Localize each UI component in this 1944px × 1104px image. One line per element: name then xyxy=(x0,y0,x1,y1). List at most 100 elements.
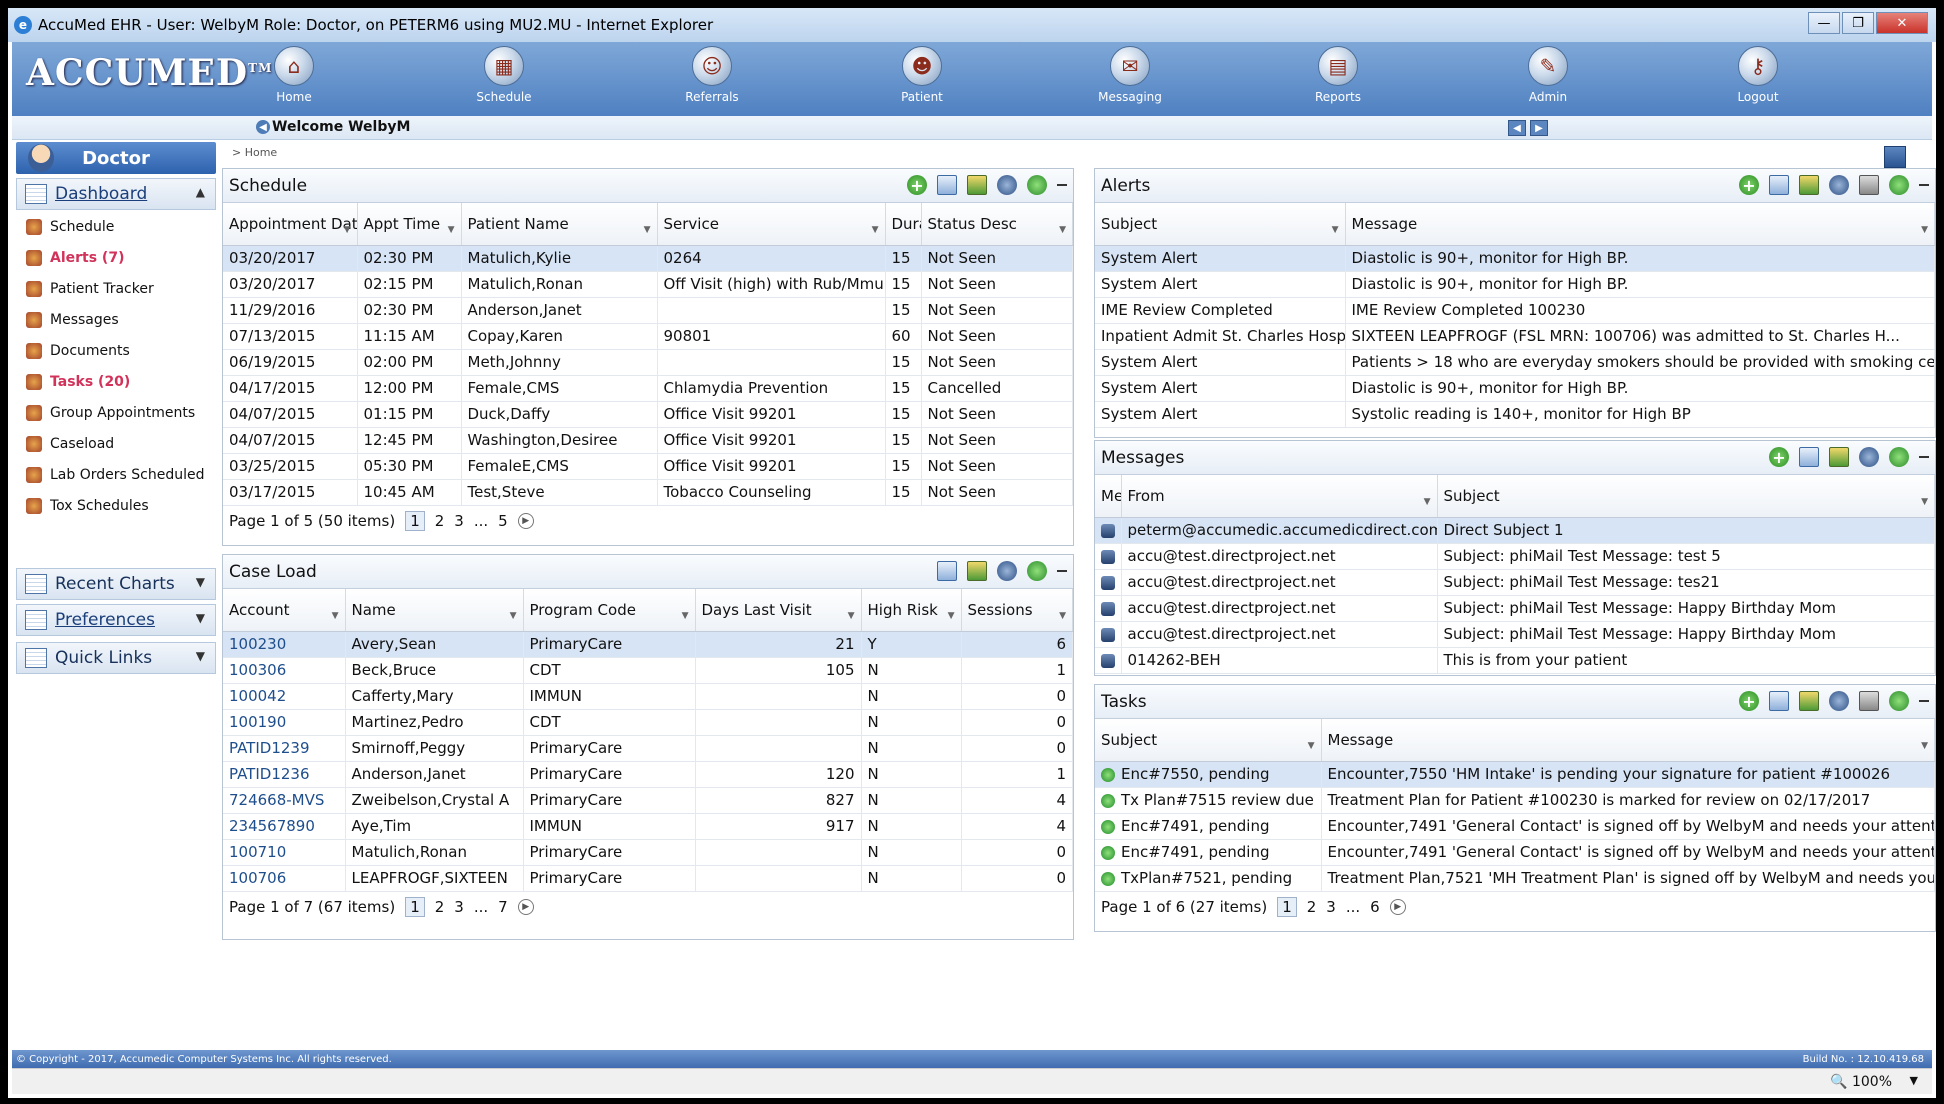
save-icon[interactable] xyxy=(1884,146,1906,168)
filter-icon[interactable]: ▼ xyxy=(682,611,689,621)
table-row[interactable]: 03/20/2017 02:30 PM Matulich,Kylie 0264 15 No… xyxy=(223,245,1073,272)
table-row[interactable]: Enc#7491, pending Encounter,7491 'General… xyxy=(1095,839,1935,866)
filter-icon[interactable]: ▼ xyxy=(1921,497,1928,507)
filter-icon[interactable]: ▼ xyxy=(510,611,517,621)
table-row[interactable]: 100306 Beck,Bruce CDT 105 N 1 xyxy=(223,657,1073,684)
table-row[interactable]: System Alert Diastolic is 90+, monitor fo… xyxy=(1095,271,1935,298)
table-row[interactable]: 100042 Cafferty,Mary IMMUN N 0 xyxy=(223,683,1073,710)
table-row[interactable]: Enc#7491, pending Encounter,7491 'General… xyxy=(1095,813,1935,840)
page-link[interactable]: 7 xyxy=(498,898,508,916)
page-link[interactable]: 2 xyxy=(435,512,445,530)
filter-icon[interactable]: ▼ xyxy=(1921,225,1928,235)
preferences-accordion[interactable]: Preferences ▼ xyxy=(16,604,216,636)
add-icon[interactable]: + xyxy=(1739,175,1759,195)
filter-icon[interactable]: ▼ xyxy=(872,225,879,235)
page-link[interactable]: 2 xyxy=(435,898,445,916)
table-row[interactable]: 11/29/2016 02:30 PM Anderson,Janet 15 Not Se… xyxy=(223,297,1073,324)
column-header[interactable]: Program Code ▼ xyxy=(523,589,696,632)
table-cell[interactable]: PATID1239 xyxy=(223,735,346,762)
table-row[interactable]: 014262-BEH This is from your patient xyxy=(1095,647,1935,674)
column-header[interactable]: Service ▼ xyxy=(657,203,886,246)
column-header[interactable]: Patient Name ▼ xyxy=(461,203,658,246)
table-row[interactable]: Tx Plan#7515 review due Treatment Plan fo… xyxy=(1095,787,1935,814)
binoculars-icon[interactable] xyxy=(1859,447,1879,467)
close-button[interactable]: ✕ xyxy=(1876,12,1928,34)
page-link[interactable]: 1 xyxy=(1277,896,1297,917)
column-header[interactable]: Sessions ▼ xyxy=(961,589,1073,632)
table-row[interactable]: PATID1236 Anderson,Janet PrimaryCare 120 N 1 xyxy=(223,761,1073,788)
minimize-panel-icon[interactable] xyxy=(1919,456,1929,458)
filter-icon[interactable]: ▼ xyxy=(344,225,351,235)
column-header[interactable]: Appt Time ▼ xyxy=(357,203,462,246)
table-row[interactable]: IME Review Completed IME Review Completed… xyxy=(1095,297,1935,324)
column-header[interactable]: Subject ▼ xyxy=(1095,203,1346,246)
binoculars-icon[interactable] xyxy=(1829,175,1849,195)
refresh-icon[interactable] xyxy=(1027,561,1047,581)
filter-icon[interactable]: ▼ xyxy=(848,611,855,621)
column-header[interactable]: Subject ▼ xyxy=(1437,475,1935,518)
sidebar-item-documents[interactable]: Documents xyxy=(26,340,130,362)
column-header[interactable]: Subject ▼ xyxy=(1095,719,1322,762)
document-icon[interactable] xyxy=(1799,447,1819,467)
filter-icon[interactable]: ▼ xyxy=(1332,225,1339,235)
minimize-panel-icon[interactable] xyxy=(1057,570,1067,572)
sidebar-item-messages[interactable]: Messages xyxy=(26,309,119,331)
column-header[interactable]: Days Last Visit ▼ xyxy=(695,589,862,632)
page-link[interactable]: ... xyxy=(474,898,488,916)
filter-icon[interactable]: ▼ xyxy=(644,225,651,235)
zoom-dropdown-icon[interactable]: ▼ xyxy=(1910,1074,1918,1087)
table-row[interactable]: 100710 Matulich,Ronan PrimaryCare N 0 xyxy=(223,839,1073,866)
table-row[interactable]: 234567890 Aye,Tim IMMUN 917 N 4 xyxy=(223,813,1073,840)
column-header[interactable]: Status Desc ▼ xyxy=(921,203,1073,246)
filter-icon[interactable]: ▼ xyxy=(1921,741,1928,751)
table-row[interactable]: 724668-MVS Zweibelson,Crystal A PrimaryCar… xyxy=(223,787,1073,814)
filter-icon[interactable]: ▼ xyxy=(1308,741,1315,751)
breadcrumb[interactable]: > Home xyxy=(232,146,277,159)
export-icon[interactable] xyxy=(967,561,987,581)
filter-icon[interactable]: ▼ xyxy=(1059,611,1066,621)
document-icon[interactable] xyxy=(937,561,957,581)
sidebar-item-lab-orders-scheduled[interactable]: Lab Orders Scheduled xyxy=(26,464,204,486)
add-icon[interactable]: + xyxy=(1739,691,1759,711)
table-cell[interactable]: PATID1236 xyxy=(223,761,346,788)
back-icon[interactable]: ◀ xyxy=(256,120,270,134)
table-row[interactable]: 100190 Martinez,Pedro CDT N 0 xyxy=(223,709,1073,736)
minimize-panel-icon[interactable] xyxy=(1919,700,1929,702)
filter-icon[interactable]: ▼ xyxy=(332,611,339,621)
filter-icon[interactable]: ▼ xyxy=(448,225,455,235)
nav-forward-icon[interactable]: ▶ xyxy=(1530,120,1548,136)
table-row[interactable]: 100230 Avery,Sean PrimaryCare 21 Y 6 xyxy=(223,631,1073,658)
binoculars-icon[interactable] xyxy=(997,175,1017,195)
nav-patient-button[interactable]: ☻ Patient xyxy=(877,46,967,104)
sidebar-item-tox-schedules[interactable]: Tox Schedules xyxy=(26,495,149,517)
table-row[interactable]: accu@test.directproject.net Subject: phiM… xyxy=(1095,595,1935,622)
table-row[interactable]: Enc#7550, pending Encounter,7550 'HM Inta… xyxy=(1095,761,1935,788)
sidebar-item-tasks[interactable]: Tasks (20) xyxy=(26,371,130,393)
table-row[interactable]: System Alert Diastolic is 90+, monitor fo… xyxy=(1095,245,1935,272)
maximize-button[interactable]: ❐ xyxy=(1842,12,1874,34)
table-cell[interactable]: 100706 xyxy=(223,865,346,892)
filter-icon[interactable]: ▼ xyxy=(1424,497,1431,507)
page-link[interactable]: ... xyxy=(1346,898,1360,916)
print-icon[interactable] xyxy=(1859,175,1879,195)
column-header[interactable]: Name ▼ xyxy=(345,589,524,632)
column-header[interactable]: Dura xyxy=(885,203,922,246)
nav-referrals-button[interactable]: ☺ Referrals xyxy=(667,46,757,104)
nav-logout-button[interactable]: ⚷ Logout xyxy=(1713,46,1803,104)
page-link[interactable]: 3 xyxy=(454,898,464,916)
table-row[interactable]: TxPlan#7521, pending Treatment Plan,7521 … xyxy=(1095,865,1935,892)
table-row[interactable]: System Alert Patients > 18 who are everyd… xyxy=(1095,349,1935,376)
table-row[interactable]: 06/19/2015 02:00 PM Meth,Johnny 15 Not Seen xyxy=(223,349,1073,376)
page-link[interactable]: 3 xyxy=(454,512,464,530)
table-row[interactable]: System Alert Systolic reading is 140+, mo… xyxy=(1095,401,1935,428)
export-icon[interactable] xyxy=(1829,447,1849,467)
zoom-level[interactable]: 🔍 100% xyxy=(1830,1074,1892,1090)
table-row[interactable]: accu@test.directproject.net Subject: phiM… xyxy=(1095,543,1935,570)
table-cell[interactable]: 100190 xyxy=(223,709,346,736)
page-link[interactable]: 1 xyxy=(405,896,425,917)
table-cell[interactable]: 724668-MVS xyxy=(223,787,346,814)
table-row[interactable]: 07/13/2015 11:15 AM Copay,Karen 90801 60 Not … xyxy=(223,323,1073,350)
table-row[interactable]: 04/17/2015 12:00 PM Female,CMS Chlamydia Pr… xyxy=(223,375,1073,402)
nav-home-button[interactable]: ⌂ Home xyxy=(249,46,339,104)
document-icon[interactable] xyxy=(937,175,957,195)
